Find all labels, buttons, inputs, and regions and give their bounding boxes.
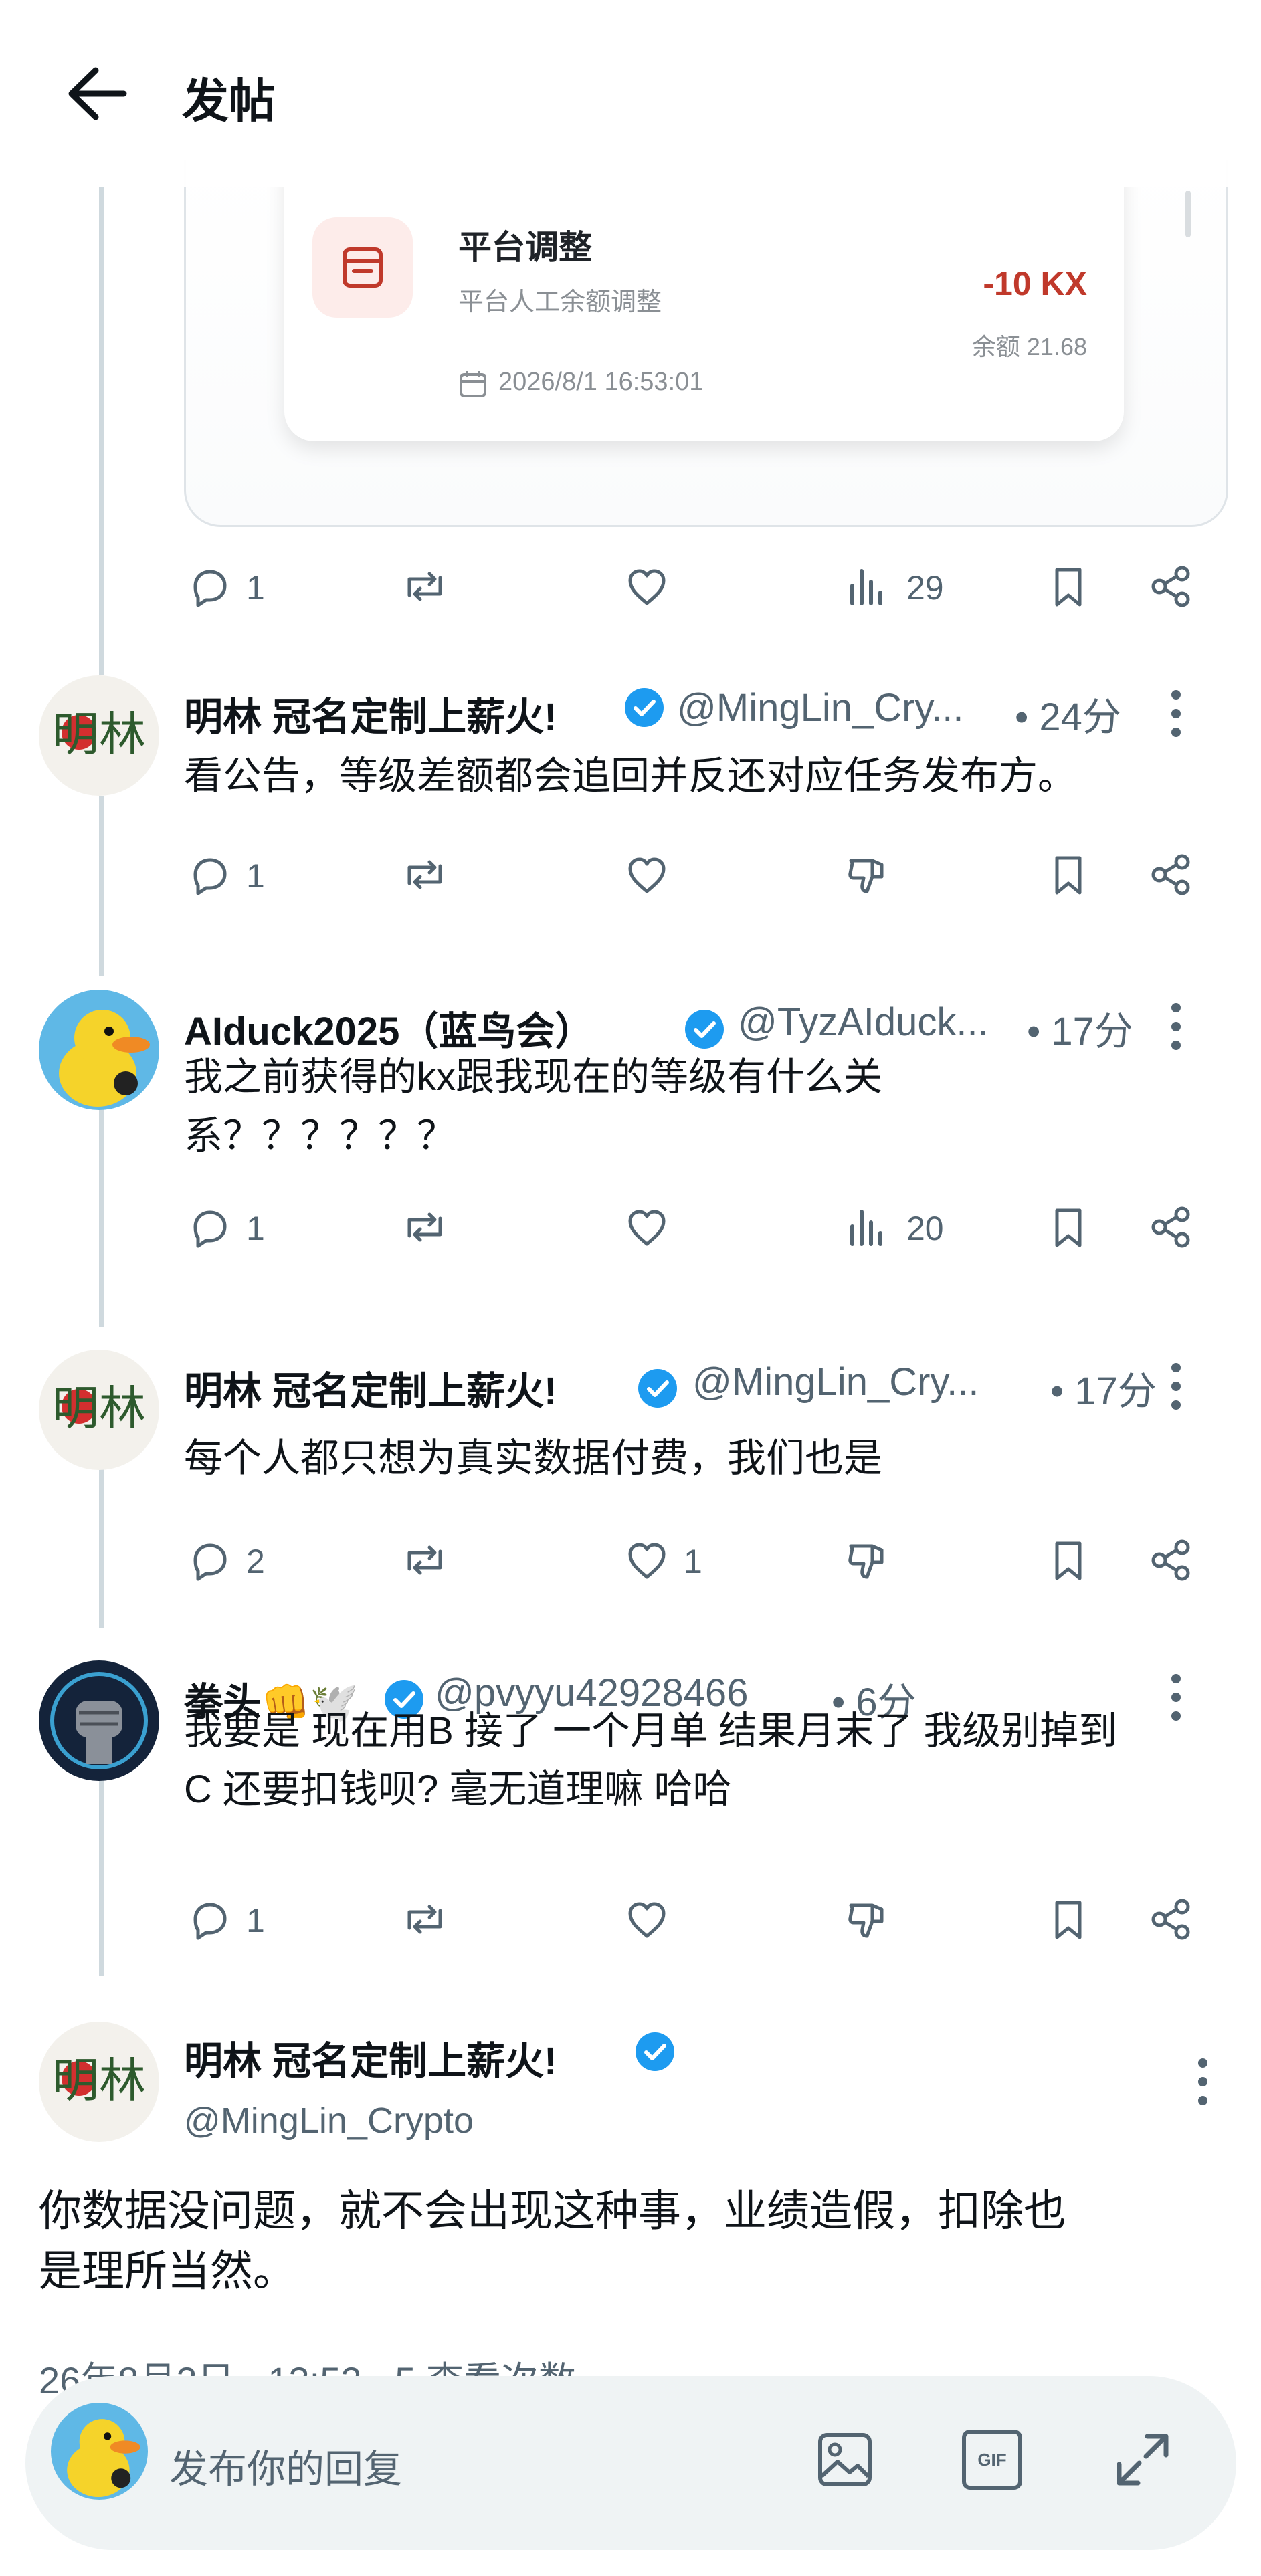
- like-icon[interactable]: [623, 1537, 670, 1584]
- user-handle[interactable]: @MingLin_Cry...: [677, 685, 964, 730]
- reply-input[interactable]: 发布你的回复: [169, 2438, 402, 2494]
- back-arrow-icon[interactable]: [64, 64, 130, 124]
- reply-icon[interactable]: [186, 1537, 233, 1584]
- reply-text-line2: 系？？？？？？: [184, 1114, 456, 1158]
- reply-icon[interactable]: [186, 1204, 233, 1251]
- views-icon[interactable]: [843, 1204, 890, 1251]
- more-options-icon[interactable]: [1169, 1363, 1183, 1419]
- reply-count: 1: [246, 1210, 265, 1247]
- avatar[interactable]: 明林: [39, 675, 159, 796]
- reply-icon[interactable]: [186, 1896, 233, 1943]
- views-icon[interactable]: [843, 563, 890, 610]
- avatar: [51, 2403, 148, 2500]
- transaction-title: 平台调整: [458, 229, 592, 266]
- transaction-card: 平台调整 平台人工余额调整 -10 KX 余额 21.68 2026/8/1 1…: [284, 160, 1124, 441]
- views-count: 20: [906, 1210, 944, 1247]
- like-count: 1: [684, 1543, 702, 1580]
- reply-icon[interactable]: [186, 851, 233, 898]
- reply-text-line1: 我要是 现在用B 接了 一个月单 结果月末了 我级别掉到: [184, 1709, 1118, 1753]
- reply-count: 1: [246, 569, 265, 607]
- user-handle[interactable]: @MingLin_Crypto: [184, 2100, 474, 2141]
- share-icon[interactable]: [1147, 1896, 1194, 1943]
- post-time: • 17分: [1050, 1370, 1157, 1413]
- verified-badge-icon: [634, 2031, 676, 2072]
- avatar[interactable]: [39, 990, 159, 1110]
- share-icon[interactable]: [1147, 1537, 1194, 1584]
- balance-label: 余额 21.68: [971, 333, 1087, 360]
- transaction-amount: -10 KX: [983, 265, 1087, 302]
- reply-text: 每个人都只想为真实数据付费，我们也是: [184, 1436, 883, 1480]
- avatar[interactable]: 明林: [39, 2022, 159, 2142]
- thread-line: [99, 1749, 104, 1976]
- transaction-subtitle: 平台人工余额调整: [458, 288, 662, 316]
- svg-text:明林: 明林: [52, 707, 146, 762]
- like-icon[interactable]: [623, 1204, 670, 1251]
- bookmark-icon[interactable]: [1045, 1896, 1092, 1943]
- repost-icon[interactable]: [401, 1896, 448, 1943]
- reply-composer: 发布你的回复 GIF: [25, 2376, 1236, 2550]
- repost-icon[interactable]: [401, 1204, 448, 1251]
- bookmark-icon[interactable]: [1045, 1537, 1092, 1584]
- wallet-icon: [312, 217, 413, 318]
- reply-text-line2: C 还要扣钱呗? 毫无道理嘛 哈哈: [184, 1767, 732, 1811]
- reply-count: 1: [246, 857, 265, 895]
- gif-label: GIF: [977, 2449, 1007, 2470]
- repost-icon[interactable]: [401, 1537, 448, 1584]
- dislike-icon[interactable]: [843, 1537, 890, 1584]
- display-name[interactable]: AIduck2025（蓝鸟会）: [184, 1000, 593, 1056]
- dislike-icon[interactable]: [843, 1896, 890, 1943]
- verified-badge-icon: [684, 1008, 725, 1050]
- verified-badge-icon: [637, 1368, 678, 1409]
- bookmark-icon[interactable]: [1045, 563, 1092, 610]
- svg-text:明林: 明林: [52, 2053, 146, 2108]
- thread-line: [99, 187, 104, 675]
- bookmark-icon[interactable]: [1045, 1204, 1092, 1251]
- image-icon[interactable]: [815, 2430, 875, 2490]
- page-title: 发帖: [182, 75, 276, 127]
- repost-icon[interactable]: [401, 851, 448, 898]
- display-name[interactable]: 明林 冠名定制上薪火!: [184, 1360, 557, 1416]
- user-handle[interactable]: @TyzAIduck...: [738, 1000, 989, 1045]
- reply-count: 2: [246, 1543, 265, 1580]
- top-bar: 发帖: [0, 0, 1261, 187]
- thread-line: [99, 1097, 104, 1327]
- more-options-icon[interactable]: [1196, 2058, 1209, 2115]
- more-options-icon[interactable]: [1169, 1674, 1183, 1730]
- reply-text-line1: 我之前获得的kx跟我现在的等级有什么关: [184, 1055, 883, 1099]
- verified-badge-icon: [623, 687, 665, 728]
- reply-text: 看公告，等级差额都会追回并反还对应任务发布方。: [184, 754, 1077, 798]
- display-name[interactable]: 明林 冠名定制上薪火!: [184, 2030, 557, 2086]
- display-name[interactable]: 明林 冠名定制上薪火!: [184, 685, 557, 742]
- reply-icon[interactable]: [186, 563, 233, 610]
- gif-icon[interactable]: GIF: [962, 2430, 1022, 2490]
- post-time: • 17分: [1027, 1010, 1133, 1053]
- more-options-icon[interactable]: [1169, 690, 1183, 746]
- card-scrollbar: [1185, 191, 1191, 237]
- svg-text:明林: 明林: [52, 1381, 146, 1436]
- thread-line: [99, 796, 104, 976]
- user-handle[interactable]: @MingLin_Cry...: [692, 1360, 979, 1404]
- thread-line: [99, 1448, 104, 1628]
- share-icon[interactable]: [1147, 1204, 1194, 1251]
- like-icon[interactable]: [623, 563, 670, 610]
- views-count: 29: [906, 569, 944, 607]
- share-icon[interactable]: [1147, 851, 1194, 898]
- post-text-line2: 是理所当然。: [39, 2247, 296, 2295]
- share-icon[interactable]: [1147, 563, 1194, 610]
- bookmark-icon[interactable]: [1045, 851, 1092, 898]
- more-options-icon[interactable]: [1169, 1003, 1183, 1059]
- post-time: • 24分: [1015, 695, 1121, 739]
- dislike-icon[interactable]: [843, 851, 890, 898]
- avatar[interactable]: [39, 1660, 159, 1781]
- repost-icon[interactable]: [401, 563, 448, 610]
- expand-icon[interactable]: [1112, 2430, 1173, 2490]
- transaction-datetime: 2026/8/1 16:53:01: [498, 368, 704, 396]
- avatar[interactable]: 明林: [39, 1350, 159, 1470]
- calendar-icon: [457, 368, 489, 400]
- post-text-line1: 你数据没问题，就不会出现这种事，业绩造假，扣除也: [39, 2187, 1066, 2235]
- reply-count: 1: [246, 1902, 265, 1939]
- like-icon[interactable]: [623, 1896, 670, 1943]
- like-icon[interactable]: [623, 851, 670, 898]
